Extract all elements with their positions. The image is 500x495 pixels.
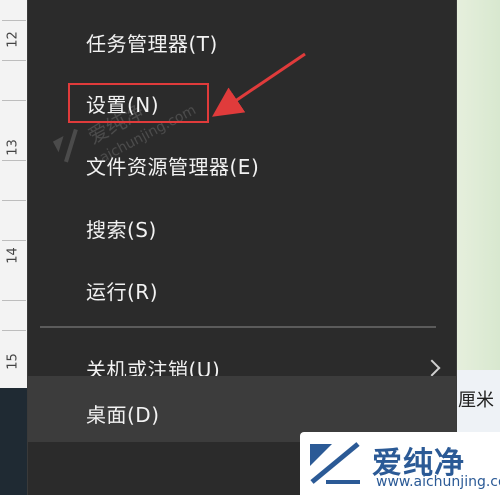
menu-item-label: 运行(R) <box>86 279 159 304</box>
ruler-number-13: 13 <box>5 139 21 156</box>
ruler-number-14: 14 <box>5 247 21 264</box>
ruler-number-15: 15 <box>5 353 21 370</box>
ruler-dark-area <box>0 388 28 495</box>
brand-url: www.aichunjing.com <box>376 474 500 490</box>
ruler-tick <box>2 160 26 161</box>
settings-highlight-box <box>68 83 209 123</box>
menu-item-label: 任务管理器(T) <box>86 31 218 56</box>
ruler-tick <box>2 60 26 61</box>
ruler-tick <box>2 20 26 21</box>
ruler-number-12: 12 <box>5 31 21 48</box>
brand-watermark: 爱纯净 www.aichunjing.com <box>300 432 500 495</box>
ruler-tick <box>2 240 26 241</box>
ruler-tick <box>2 330 26 331</box>
menu-item-run[interactable]: 运行(R) <box>28 263 456 317</box>
brand-logo-icon <box>310 442 360 484</box>
chevron-right-icon <box>423 359 441 377</box>
menu-item-label: 桌面(D) <box>86 402 160 427</box>
background-green-panel <box>456 0 500 370</box>
ruler-tick <box>2 300 26 301</box>
menu-divider <box>40 326 436 328</box>
ruler-tick <box>2 100 26 101</box>
arrow-icon <box>212 52 306 117</box>
background-unit-text: 厘米 <box>458 390 494 411</box>
ruler-tick <box>2 200 26 201</box>
